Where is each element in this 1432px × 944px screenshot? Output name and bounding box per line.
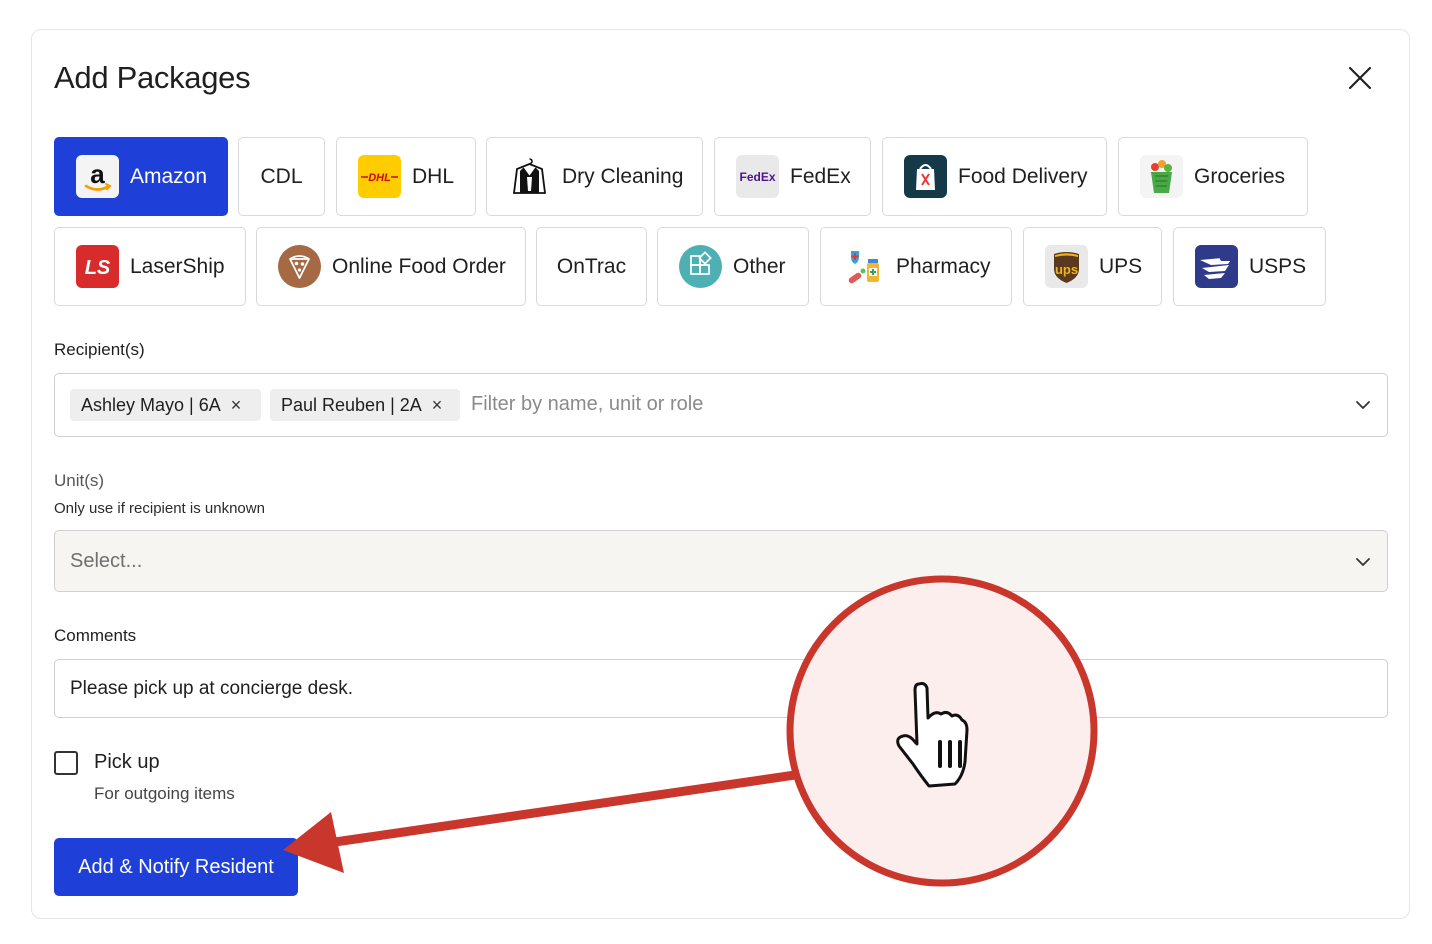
dry-cleaning-icon bbox=[508, 155, 551, 198]
carrier-label: UPS bbox=[1099, 254, 1143, 278]
svg-text:a: a bbox=[90, 159, 105, 189]
units-select-value: Select... bbox=[70, 550, 143, 572]
remove-chip-icon[interactable]: × bbox=[231, 395, 242, 416]
carrier-label: Pharmacy bbox=[896, 254, 991, 278]
recipients-filter-input[interactable]: Filter by name, unit or role bbox=[471, 393, 703, 416]
carrier-amazon[interactable]: a Amazon bbox=[54, 137, 228, 216]
recipient-chip-label: Ashley Mayo | 6A bbox=[81, 394, 221, 415]
units-select[interactable]: Select... bbox=[54, 530, 1388, 592]
carrier-label: USPS bbox=[1249, 254, 1307, 278]
carrier-label: Dry Cleaning bbox=[562, 164, 684, 188]
carrier-other[interactable]: Other bbox=[657, 227, 809, 306]
usps-eagle-icon bbox=[1195, 245, 1238, 288]
carrier-dry-cleaning[interactable]: Dry Cleaning bbox=[486, 137, 703, 216]
food-delivery-icon bbox=[904, 155, 947, 198]
recipients-label: Recipient(s) bbox=[54, 340, 145, 359]
ups-icon: ups bbox=[1045, 245, 1088, 288]
fedex-icon: FedEx bbox=[736, 155, 779, 198]
carrier-online-food-order[interactable]: Online Food Order bbox=[256, 227, 526, 306]
carrier-dhl[interactable]: DHL DHL bbox=[336, 137, 476, 216]
carrier-food-delivery[interactable]: Food Delivery bbox=[882, 137, 1107, 216]
chevron-down-icon[interactable] bbox=[1354, 553, 1372, 571]
chevron-down-icon[interactable] bbox=[1354, 396, 1372, 414]
carrier-usps[interactable]: USPS bbox=[1173, 227, 1326, 306]
carrier-groceries[interactable]: Groceries bbox=[1118, 137, 1308, 216]
units-label: Unit(s) bbox=[54, 471, 105, 490]
lasership-icon: LS bbox=[76, 245, 119, 288]
svg-text:FedEx: FedEx bbox=[739, 170, 775, 184]
pickup-checkbox[interactable] bbox=[54, 751, 78, 775]
amazon-icon: a bbox=[76, 155, 119, 198]
comments-label: Comments bbox=[54, 626, 137, 645]
svg-text:ups: ups bbox=[1055, 262, 1078, 277]
pizza-icon bbox=[278, 245, 321, 288]
carrier-ontrac[interactable]: OnTrac bbox=[536, 227, 647, 306]
carrier-cdl[interactable]: CDL bbox=[238, 137, 325, 216]
carrier-label: Online Food Order bbox=[332, 254, 506, 278]
carrier-label: OnTrac bbox=[556, 254, 627, 278]
dhl-icon: DHL bbox=[358, 155, 401, 198]
units-hint: Only use if recipient is unknown bbox=[54, 500, 265, 517]
groceries-icon bbox=[1140, 155, 1183, 198]
carrier-lasership[interactable]: LS LaserShip bbox=[54, 227, 246, 306]
modal-title: Add Packages bbox=[54, 60, 251, 95]
svg-text:DHL: DHL bbox=[368, 172, 391, 184]
add-notify-resident-button[interactable]: Add & Notify Resident bbox=[54, 838, 298, 896]
svg-text:LS: LS bbox=[85, 257, 111, 279]
carrier-label: Amazon bbox=[130, 164, 208, 188]
close-icon[interactable] bbox=[1340, 58, 1380, 98]
pickup-label[interactable]: Pick up bbox=[94, 751, 160, 774]
carrier-label: CDL bbox=[260, 164, 303, 188]
grid-icon bbox=[679, 245, 722, 288]
carrier-label: Other bbox=[733, 254, 786, 278]
recipient-chip: Paul Reuben | 2A × bbox=[270, 389, 460, 421]
pharmacy-icon bbox=[842, 245, 885, 288]
recipient-chip: Ashley Mayo | 6A × bbox=[70, 389, 261, 421]
carrier-pharmacy[interactable]: Pharmacy bbox=[820, 227, 1012, 306]
carrier-label: Food Delivery bbox=[958, 164, 1088, 188]
comments-input[interactable]: Please pick up at concierge desk. bbox=[54, 659, 1388, 718]
carrier-label: FedEx bbox=[790, 164, 851, 188]
remove-chip-icon[interactable]: × bbox=[432, 395, 443, 416]
carrier-ups[interactable]: ups UPS bbox=[1023, 227, 1162, 306]
recipient-chip-label: Paul Reuben | 2A bbox=[281, 394, 422, 415]
carrier-label: Groceries bbox=[1194, 164, 1286, 188]
carrier-label: LaserShip bbox=[130, 254, 225, 278]
carrier-fedex[interactable]: FedEx FedEx bbox=[714, 137, 871, 216]
recipients-select[interactable]: Ashley Mayo | 6A × Paul Reuben | 2A × Fi… bbox=[54, 373, 1388, 437]
carrier-label: DHL bbox=[412, 164, 455, 188]
comments-value: Please pick up at concierge desk. bbox=[70, 678, 354, 699]
pickup-hint: For outgoing items bbox=[94, 784, 235, 803]
